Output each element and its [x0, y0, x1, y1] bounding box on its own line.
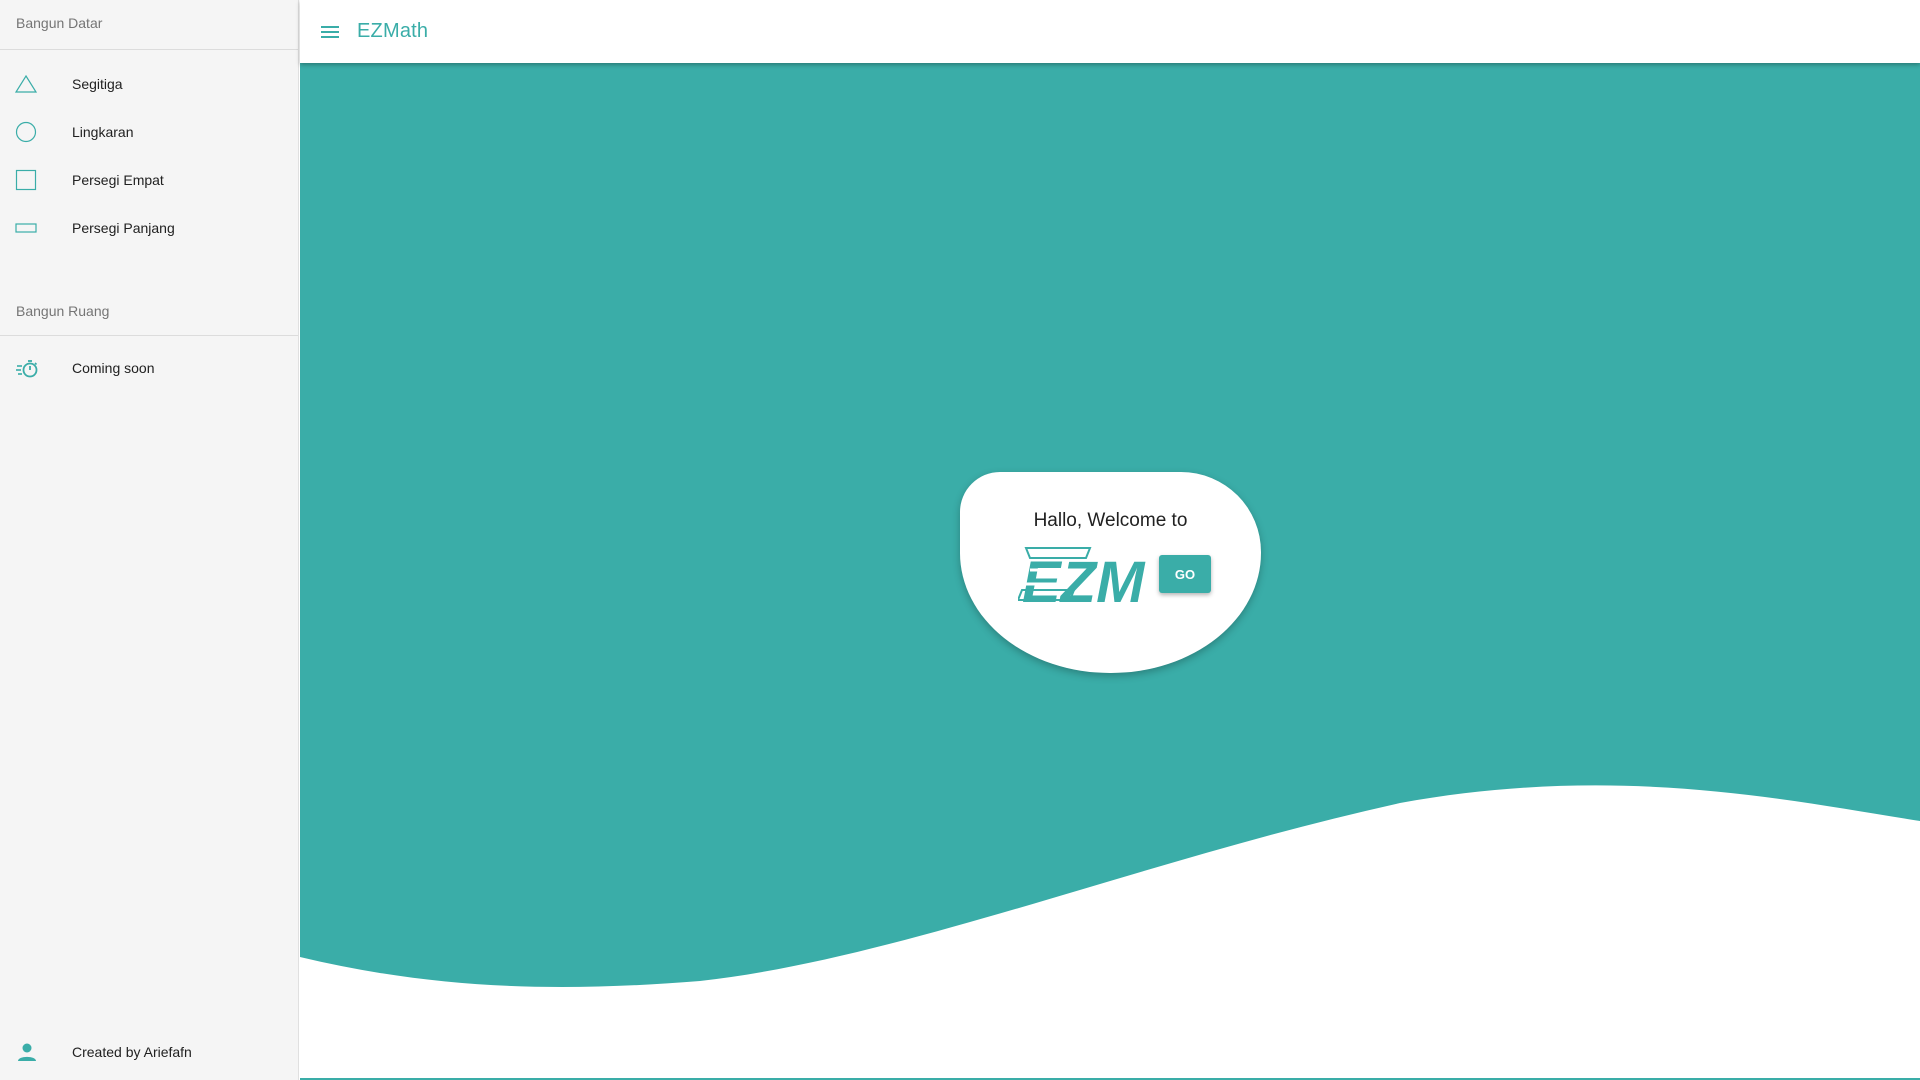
rectangle-icon	[0, 222, 72, 234]
triangle-icon	[0, 74, 72, 94]
ezm-logo: EZM	[1018, 547, 1146, 606]
sidebar-item-label: Persegi Empat	[72, 172, 164, 188]
go-button[interactable]: GO	[1159, 555, 1211, 593]
top-app-bar: EZMath	[300, 0, 1920, 63]
sidebar-item-persegi-empat[interactable]: Persegi Empat	[0, 156, 298, 204]
sidebar-item-label: Coming soon	[72, 360, 155, 376]
main-content: Hallo, Welcome to EZM GO	[300, 63, 1920, 1080]
person-icon	[0, 1041, 72, 1063]
app-title: EZMath	[357, 20, 429, 42]
sidebar-item-label: Persegi Panjang	[72, 220, 175, 236]
section-header-bangun-datar: Bangun Datar	[0, 0, 298, 50]
section-header-bangun-ruang: Bangun Ruang	[0, 286, 298, 336]
circle-icon	[0, 121, 72, 143]
sidebar-item-persegi-panjang[interactable]: Persegi Panjang	[0, 204, 298, 252]
sidebar-item-segitiga[interactable]: Segitiga	[0, 60, 298, 108]
sidebar-footer: Created by Ariefafn	[0, 1024, 298, 1080]
sidebar: Bangun Datar Segitiga Lingkaran Persegi …	[0, 0, 299, 1080]
menu-icon[interactable]	[315, 17, 345, 47]
timer-icon	[0, 357, 72, 379]
sidebar-item-label: Lingkaran	[72, 124, 134, 140]
sidebar-item-lingkaran[interactable]: Lingkaran	[0, 108, 298, 156]
footer-credit: Created by Ariefafn	[72, 1044, 192, 1060]
welcome-text: Hallo, Welcome to	[1033, 510, 1188, 531]
nav-list-bangun-datar: Segitiga Lingkaran Persegi Empat Persegi…	[0, 50, 298, 252]
sidebar-item-coming-soon[interactable]: Coming soon	[0, 344, 298, 392]
sidebar-item-label: Segitiga	[72, 76, 123, 92]
nav-list-bangun-ruang: Coming soon	[0, 336, 298, 392]
square-icon	[0, 169, 72, 191]
app-root: Bangun Datar Segitiga Lingkaran Persegi …	[0, 0, 1920, 1080]
